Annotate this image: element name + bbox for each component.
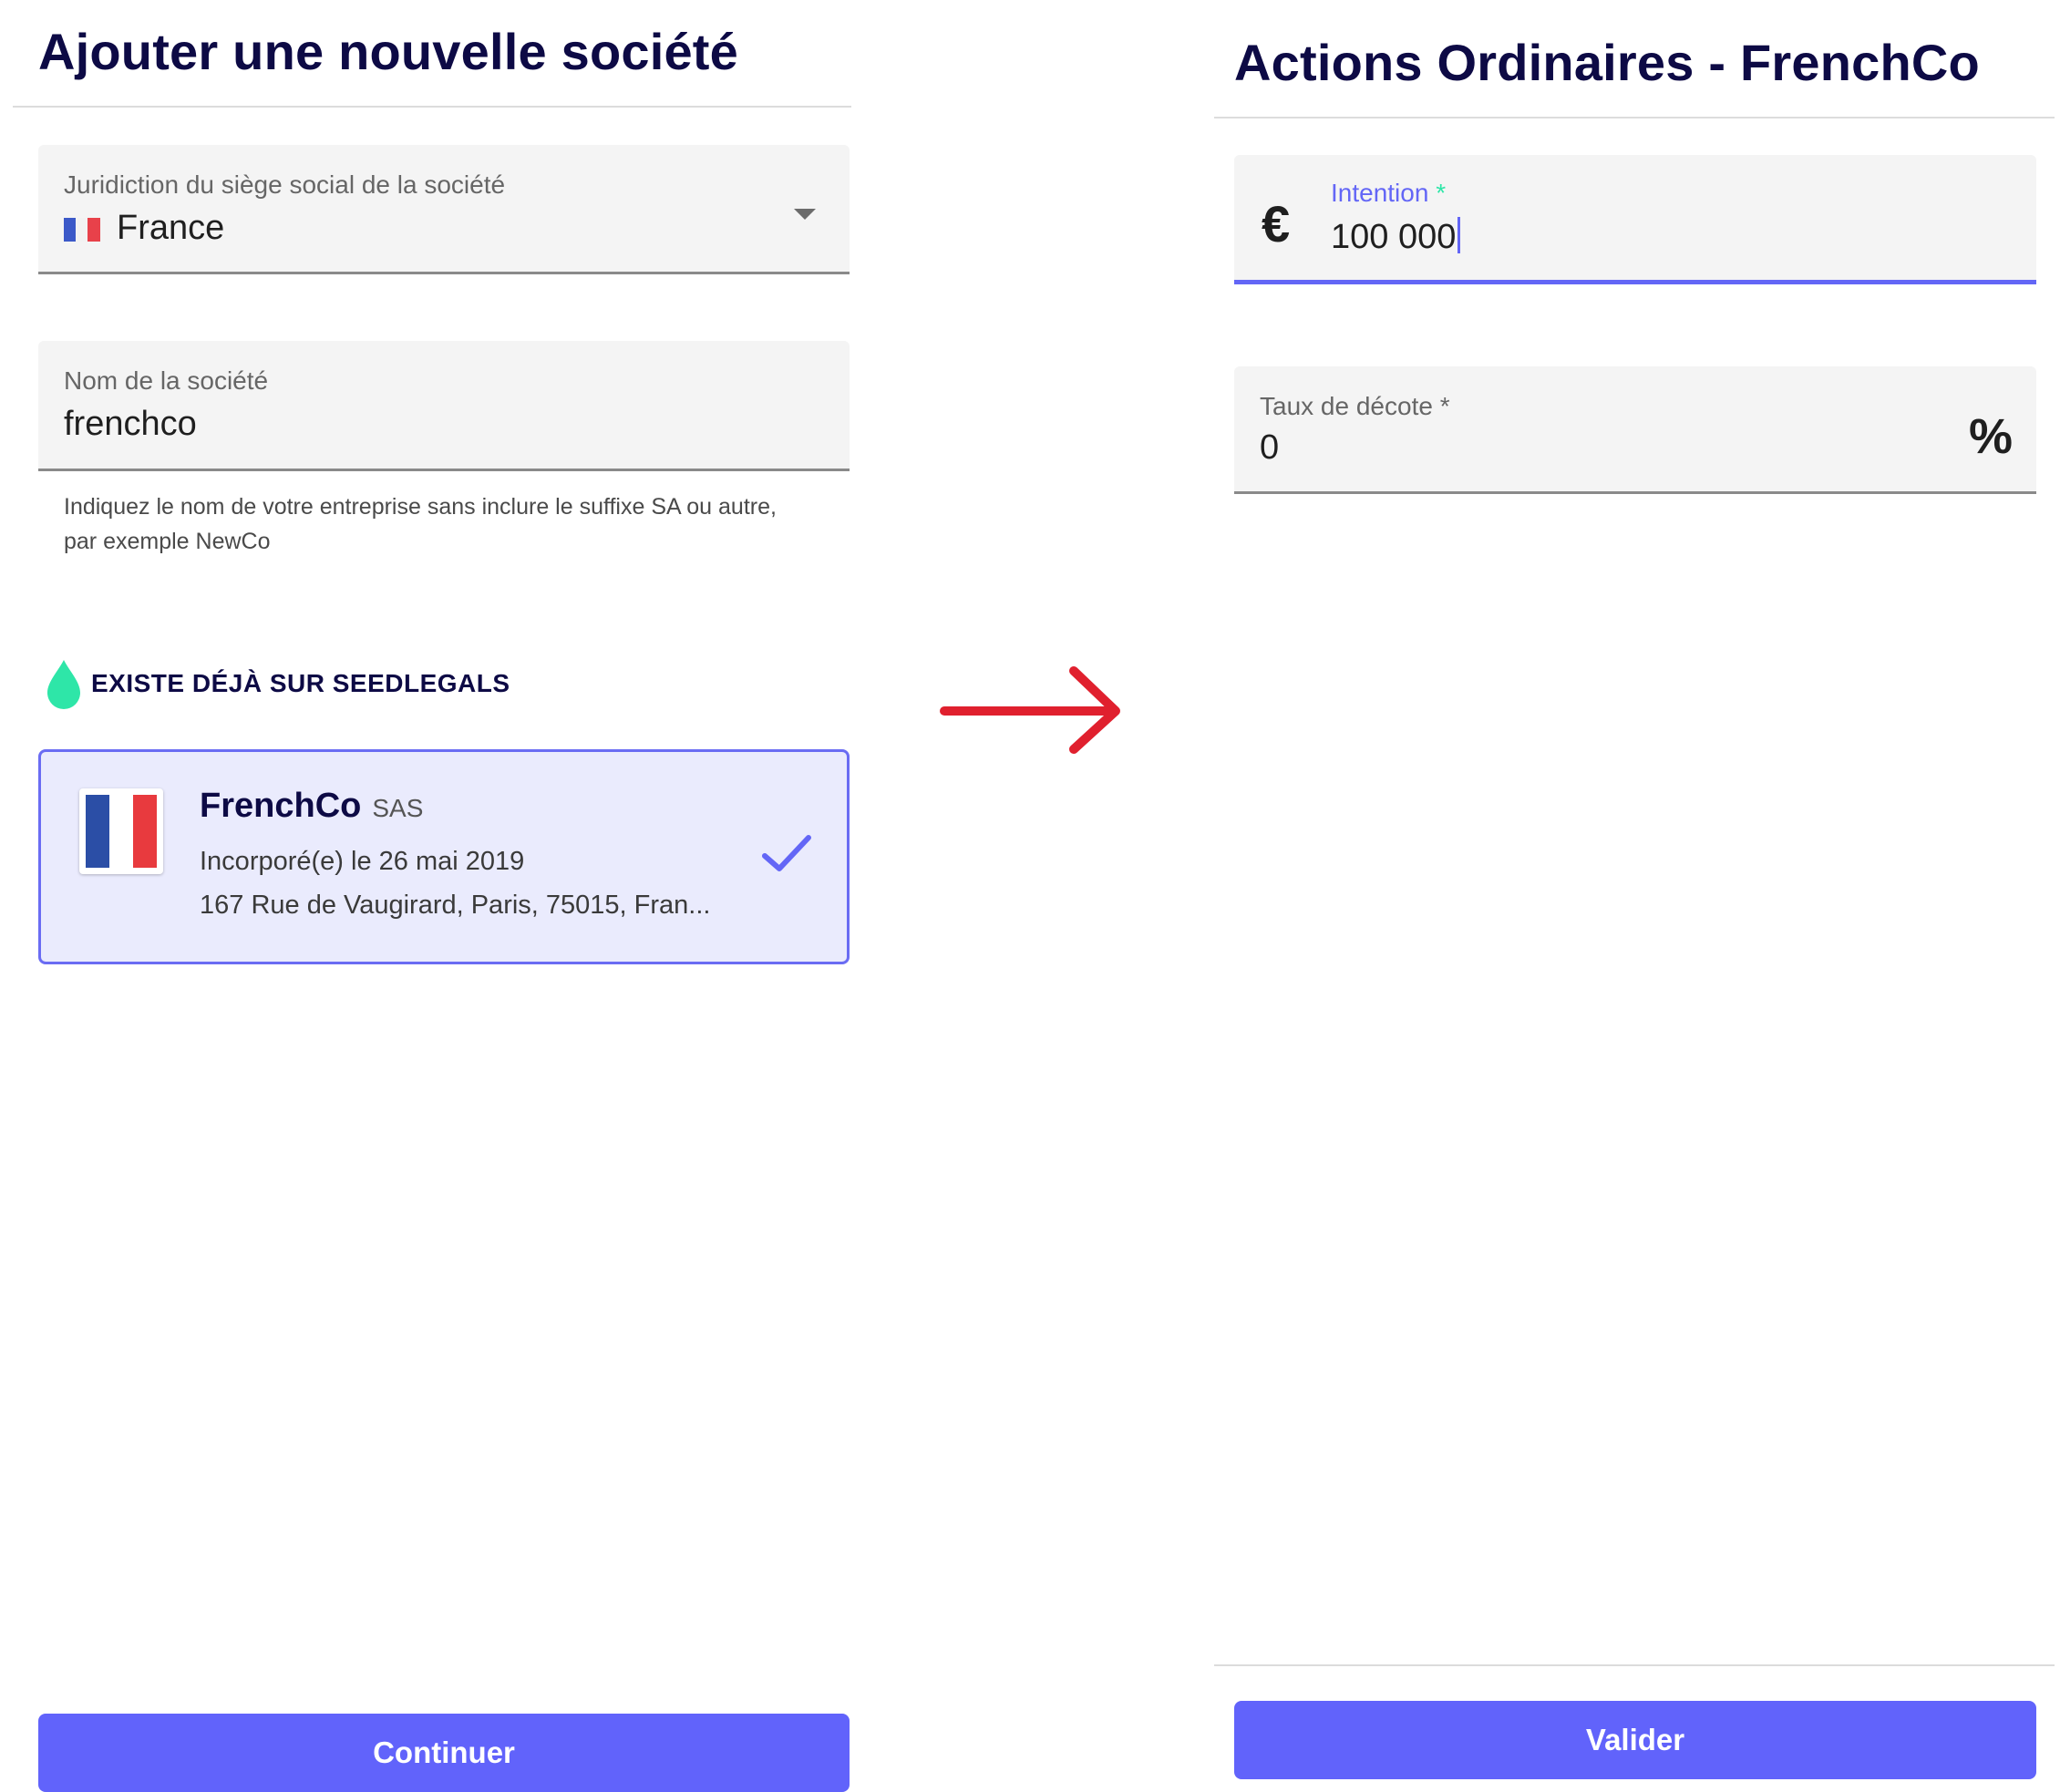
seedlegals-drop-icon — [44, 658, 84, 711]
discount-rate-label: Taux de décote * — [1260, 392, 1450, 420]
caret-down-icon[interactable] — [791, 205, 819, 223]
validate-button[interactable]: Valider — [1234, 1701, 2036, 1779]
jurisdiction-value: France — [117, 209, 225, 247]
intention-label: Intention * — [1331, 179, 1446, 208]
page-title: Actions Ordinaires - FrenchCo — [1234, 34, 1980, 91]
intention-input[interactable]: € Intention * 100 000 — [1234, 155, 2036, 284]
page-title: Ajouter une nouvelle société — [38, 23, 738, 80]
company-name: FrenchCo — [200, 787, 362, 825]
france-flag-icon — [79, 788, 163, 874]
intention-value: 100 000 — [1331, 217, 1461, 257]
company-address: 167 Rue de Vaugirard, Paris, 75015, Fran… — [200, 891, 711, 920]
company-name-input[interactable]: Nom de la société frenchco — [38, 341, 850, 471]
jurisdiction-select[interactable]: Juridiction du siège social de la sociét… — [38, 145, 850, 274]
company-name-helper: Indiquez le nom de votre entreprise sans… — [64, 494, 777, 554]
jurisdiction-label: Juridiction du siège social de la sociét… — [64, 170, 506, 199]
company-title-row: FrenchCo SAS — [200, 787, 423, 826]
company-card[interactable]: FrenchCo SAS Incorporé(e) le 26 mai 2019 … — [38, 749, 850, 964]
existing-section-heading: EXISTE DÉJÀ SUR SEEDLEGALS — [91, 669, 510, 697]
title-divider — [1214, 117, 2055, 118]
intention-label-text: Intention — [1331, 179, 1429, 207]
company-type: SAS — [372, 794, 424, 822]
discount-rate-value: 0 — [1260, 428, 1280, 467]
right-panel: Actions Ordinaires - FrenchCo € Intentio… — [1203, 0, 2060, 1787]
continue-button[interactable]: Continuer — [38, 1714, 850, 1792]
footer-divider — [1214, 1664, 2055, 1666]
required-mark: * — [1436, 179, 1447, 207]
company-name-value: frenchco — [64, 405, 197, 443]
company-incorporated: Incorporé(e) le 26 mai 2019 — [200, 847, 525, 876]
discount-rate-input[interactable]: Taux de décote * 0 % — [1234, 366, 2036, 494]
text-cursor — [1457, 217, 1461, 253]
percent-icon: % — [1969, 409, 2014, 464]
arrow-right-icon — [939, 664, 1125, 755]
company-name-label: Nom de la société — [64, 366, 269, 395]
left-panel: Ajouter une nouvelle société Juridiction… — [0, 0, 857, 1792]
check-icon — [761, 834, 812, 874]
title-divider — [13, 106, 851, 108]
euro-icon: € — [1262, 195, 1291, 252]
intention-value-text: 100 000 — [1331, 218, 1457, 256]
france-flag-icon — [64, 218, 100, 242]
